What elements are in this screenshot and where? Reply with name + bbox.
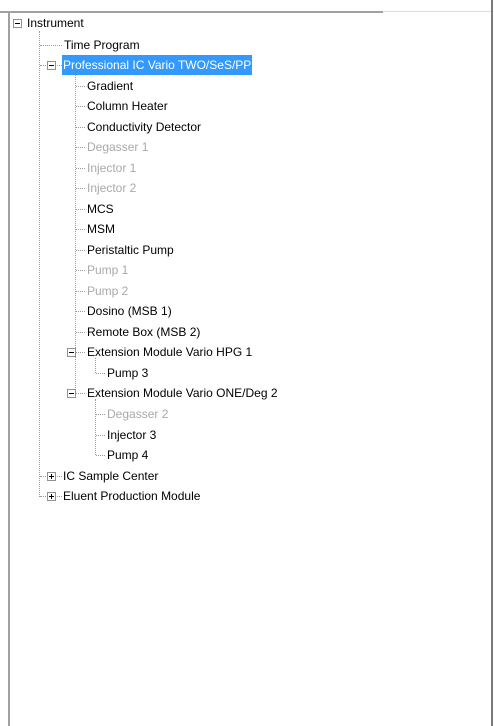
- tree-line-degasser1: [76, 147, 85, 148]
- tree-line-msm: [76, 229, 85, 230]
- tree-node-sample-center[interactable]: IC Sample Center: [62, 466, 159, 486]
- expander-sample-center[interactable]: [47, 472, 56, 481]
- tree-node-time-program[interactable]: Time Program: [63, 35, 141, 55]
- instrument-tree-view[interactable]: Instrument Time Program Professional IC …: [0, 0, 494, 726]
- tree-line-peristaltic: [76, 250, 85, 251]
- tree-node-degasser-1[interactable]: Degasser 1: [86, 137, 149, 157]
- tree-node-msm[interactable]: MSM: [86, 219, 116, 239]
- tree-node-degasser-2[interactable]: Degasser 2: [106, 404, 169, 424]
- tree-line-column-heater: [76, 106, 85, 107]
- tree-line-time-program: [40, 45, 62, 46]
- tree-line-root: [39, 31, 40, 497]
- tree-line-pump1: [76, 270, 85, 271]
- tree-line-remote-box: [76, 332, 85, 333]
- tree-node-pump-1[interactable]: Pump 1: [86, 260, 129, 280]
- tree-line-ext-one: [76, 393, 85, 394]
- tree-node-pump-4[interactable]: Pump 4: [106, 445, 149, 465]
- tree-node-ext-hpg[interactable]: Extension Module Vario HPG 1: [86, 342, 253, 362]
- tree-node-mcs[interactable]: MCS: [86, 199, 115, 219]
- tree-node-column-heater[interactable]: Column Heater: [86, 96, 169, 116]
- expander-ext-hpg[interactable]: [67, 348, 76, 357]
- tree-node-ext-one[interactable]: Extension Module Vario ONE/Deg 2: [86, 383, 279, 403]
- tree-line-ext-hpg: [76, 352, 85, 353]
- tree-line-professional-children: [75, 71, 76, 394]
- tree-node-professional[interactable]: Professional IC Vario TWO/SeS/PP: [62, 55, 253, 75]
- tree-line-gradient: [76, 86, 85, 87]
- tree-node-pump-2[interactable]: Pump 2: [86, 281, 129, 301]
- tree-line-pump4: [96, 455, 105, 456]
- expander-instrument[interactable]: [13, 19, 22, 28]
- tree-node-instrument[interactable]: Instrument: [26, 13, 85, 33]
- tree-line-pump3: [96, 373, 105, 374]
- tree-node-pump-3[interactable]: Pump 3: [106, 363, 149, 383]
- panel-border-top-right: [383, 11, 493, 12]
- tree-node-conductivity-detector[interactable]: Conductivity Detector: [86, 117, 202, 137]
- tree-line-injector3: [96, 435, 105, 436]
- tree-line-pump2: [76, 291, 85, 292]
- tree-node-injector-2[interactable]: Injector 2: [86, 178, 137, 198]
- tree-line-conductivity: [76, 127, 85, 128]
- tree-node-peristaltic-pump[interactable]: Peristaltic Pump: [86, 240, 175, 260]
- expander-professional[interactable]: [47, 61, 56, 70]
- tree-line-mcs: [76, 209, 85, 210]
- tree-node-injector-1[interactable]: Injector 1: [86, 158, 137, 178]
- tree-node-dosino[interactable]: Dosino (MSB 1): [86, 301, 173, 321]
- tree-line-degasser2: [96, 414, 105, 415]
- panel-border-left: [8, 11, 10, 726]
- tree-node-injector-3[interactable]: Injector 3: [106, 425, 157, 445]
- tree-node-gradient[interactable]: Gradient: [86, 76, 134, 96]
- expander-eluent[interactable]: [47, 492, 56, 501]
- tree-node-eluent-production[interactable]: Eluent Production Module: [62, 486, 201, 506]
- tree-line-injector1: [76, 168, 85, 169]
- tree-node-remote-box[interactable]: Remote Box (MSB 2): [86, 322, 201, 342]
- tree-line-injector2: [76, 188, 85, 189]
- tree-line-dosino: [76, 311, 85, 312]
- panel-border-right: [491, 0, 493, 726]
- expander-ext-one[interactable]: [67, 389, 76, 398]
- tree-line-one-children: [95, 399, 96, 455]
